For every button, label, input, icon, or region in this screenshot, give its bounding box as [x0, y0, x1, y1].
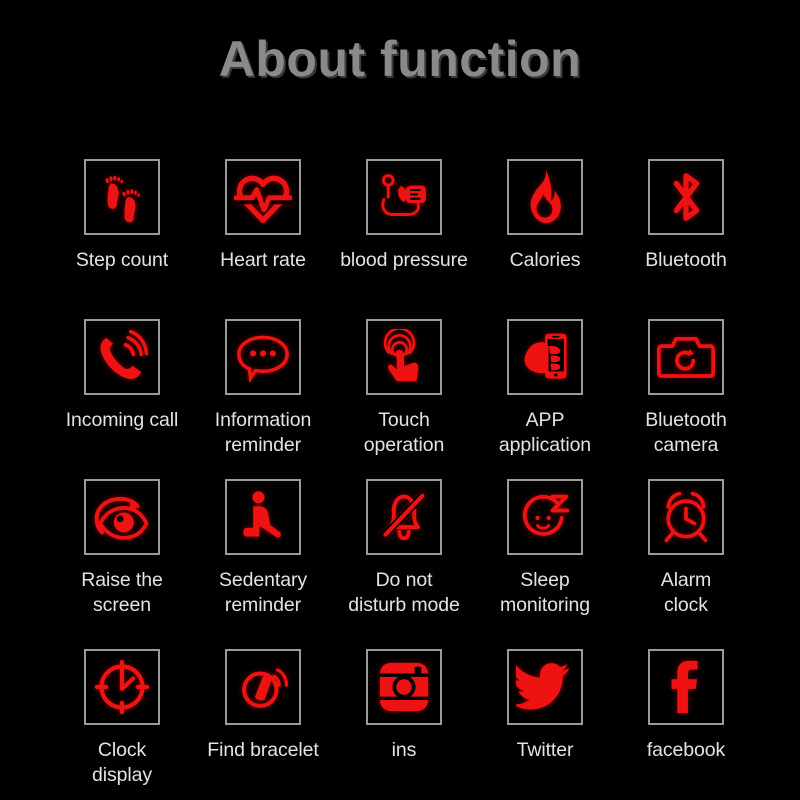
- function-cell[interactable]: Information reminder: [193, 300, 333, 460]
- function-cell[interactable]: APP application: [475, 300, 615, 460]
- function-cell[interactable]: Raise the screen: [52, 460, 192, 630]
- function-cell[interactable]: Touch operation: [334, 300, 474, 460]
- function-cell[interactable]: Bluetooth: [616, 140, 756, 300]
- bell-slash-icon[interactable]: [366, 479, 442, 555]
- function-label: Calories: [509, 249, 581, 271]
- speech-bubble-icon[interactable]: [225, 319, 301, 395]
- person-sitting-icon[interactable]: [225, 479, 301, 555]
- footprints-icon[interactable]: [84, 159, 160, 235]
- function-cell[interactable]: Heart rate: [193, 140, 333, 300]
- function-label: Step count: [75, 249, 169, 271]
- function-label: Bluetooth camera: [645, 409, 727, 456]
- function-cell[interactable]: blood pressure: [334, 140, 474, 300]
- function-cell[interactable]: Incoming call: [52, 300, 192, 460]
- bracelet-signal-icon[interactable]: [225, 649, 301, 725]
- facebook-f-icon[interactable]: [648, 649, 724, 725]
- flame-icon[interactable]: [507, 159, 583, 235]
- touch-hand-icon[interactable]: [366, 319, 442, 395]
- function-label: Sedentary reminder: [219, 569, 307, 616]
- heart-pulse-icon[interactable]: [225, 159, 301, 235]
- function-cell[interactable]: Do not disturb mode: [334, 460, 474, 630]
- function-label: blood pressure: [340, 249, 468, 271]
- instagram-icon[interactable]: [366, 649, 442, 725]
- clock-face-icon[interactable]: [84, 649, 160, 725]
- function-label: Bluetooth: [645, 249, 727, 271]
- camera-icon[interactable]: [648, 319, 724, 395]
- function-label: facebook: [646, 739, 726, 761]
- blood-pressure-monitor-icon[interactable]: [366, 159, 442, 235]
- function-cell[interactable]: Sleep monitoring: [475, 460, 615, 630]
- function-label: Find bracelet: [207, 739, 319, 761]
- eye-rotate-icon[interactable]: [84, 479, 160, 555]
- function-cell[interactable]: Sedentary reminder: [193, 460, 333, 630]
- function-grid: Step count Heart rate blood pressure Cal…: [52, 140, 752, 790]
- function-label: Clock display: [92, 739, 152, 786]
- function-cell[interactable]: Bluetooth camera: [616, 300, 756, 460]
- bluetooth-icon[interactable]: [648, 159, 724, 235]
- function-label: Information reminder: [214, 409, 312, 456]
- function-cell[interactable]: Alarm clock: [616, 460, 756, 630]
- hand-holding-phone-icon[interactable]: [507, 319, 583, 395]
- function-cell[interactable]: Calories: [475, 140, 615, 300]
- function-cell[interactable]: Find bracelet: [193, 630, 333, 790]
- function-label: Alarm clock: [660, 569, 712, 616]
- function-label: Heart rate: [220, 249, 306, 271]
- function-label: Twitter: [516, 739, 574, 761]
- twitter-bird-icon[interactable]: [507, 649, 583, 725]
- function-cell[interactable]: Step count: [52, 140, 192, 300]
- ringing-phone-icon[interactable]: [84, 319, 160, 395]
- function-label: ins: [391, 739, 417, 761]
- function-label: Sleep monitoring: [499, 569, 591, 616]
- function-cell[interactable]: Clock display: [52, 630, 192, 790]
- function-label: Do not disturb mode: [348, 569, 460, 616]
- function-cell[interactable]: facebook: [616, 630, 756, 790]
- function-label: APP application: [498, 409, 592, 456]
- page-title: About function: [218, 31, 582, 87]
- function-label: Touch operation: [363, 409, 445, 456]
- function-cell[interactable]: Twitter: [475, 630, 615, 790]
- function-label: Incoming call: [65, 409, 179, 431]
- sleeping-face-icon[interactable]: [507, 479, 583, 555]
- alarm-clock-icon[interactable]: [648, 479, 724, 555]
- function-label: Raise the screen: [81, 569, 163, 616]
- function-cell[interactable]: ins: [334, 630, 474, 790]
